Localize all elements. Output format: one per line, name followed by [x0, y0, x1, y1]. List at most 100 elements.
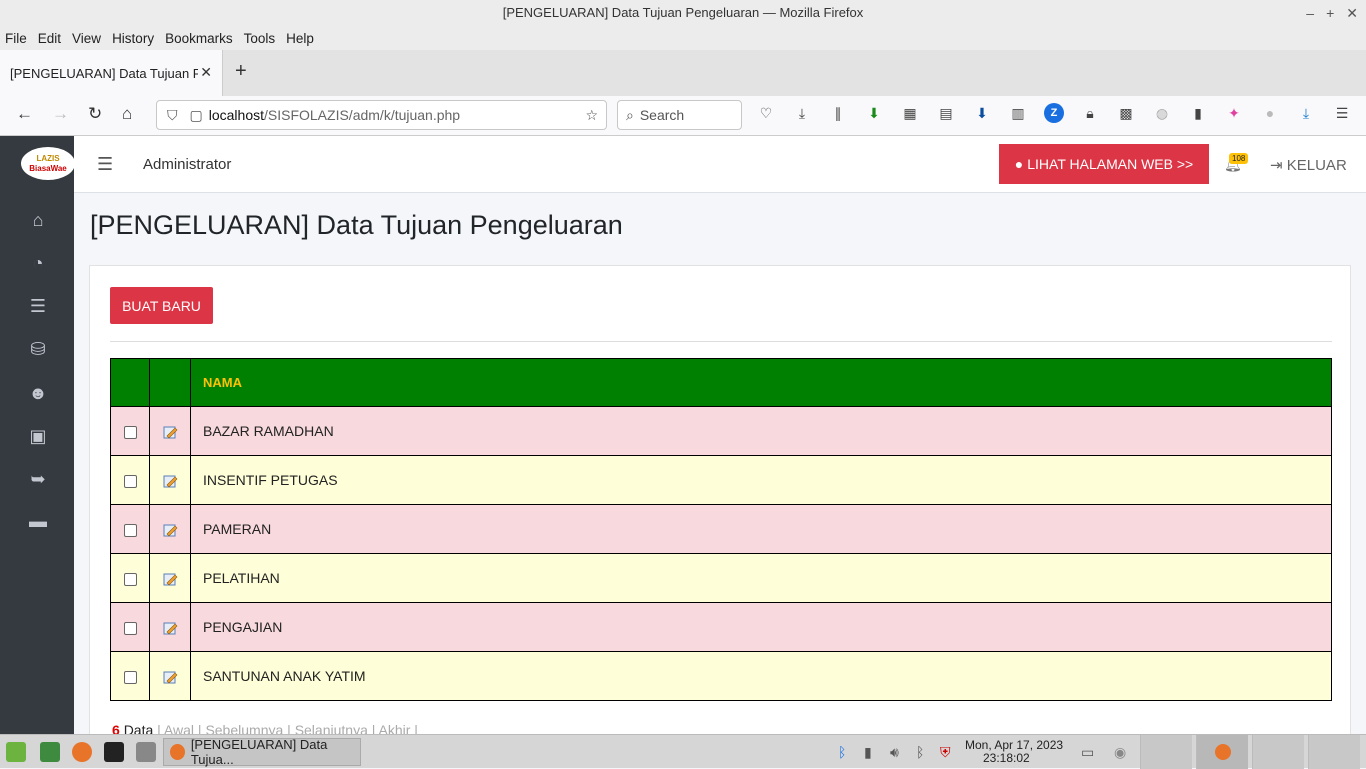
- edit-icon[interactable]: [162, 571, 178, 587]
- server-icon[interactable]: ☰: [26, 296, 50, 316]
- view-web-button[interactable]: ● LIHAT HALAMAN WEB >>: [999, 144, 1209, 184]
- divider: [110, 341, 1332, 342]
- bookmark-star-icon[interactable]: ☆: [585, 107, 598, 124]
- bluetooth-tray-icon[interactable]: ᛒ: [916, 744, 924, 760]
- circle-icon[interactable]: ●: [1260, 103, 1280, 123]
- network-icon[interactable]: ▮: [864, 744, 872, 761]
- row-checkbox[interactable]: [123, 670, 137, 684]
- edit-icon[interactable]: [162, 669, 178, 685]
- blue-download-icon[interactable]: ⤓: [1296, 103, 1316, 123]
- row-name: PENGAJIAN: [190, 602, 1332, 652]
- reader-icon[interactable]: ▤: [936, 103, 956, 123]
- table-row: BAZAR RAMADHAN: [110, 406, 1332, 456]
- shield-tray-icon[interactable]: ⛨: [940, 744, 951, 761]
- menu-tools[interactable]: Tools: [244, 31, 276, 46]
- row-name: PELATIHAN: [190, 553, 1332, 603]
- new-button[interactable]: BUAT BARU: [110, 287, 213, 324]
- edit-icon[interactable]: [162, 473, 178, 489]
- qr-icon[interactable]: ▩: [1116, 103, 1136, 123]
- tab-active[interactable]: [PENGELUARAN] Data Tujuan Pen ✕: [0, 50, 223, 96]
- firefox-workspace-icon: [1214, 744, 1231, 760]
- volume-icon[interactable]: 🔊︎: [890, 744, 899, 761]
- row-name: SANTUNAN ANAK YATIM: [190, 651, 1332, 701]
- minimize-icon[interactable]: –: [1306, 0, 1314, 26]
- pocket-icon[interactable]: ♡: [756, 103, 776, 123]
- desktop-icon[interactable]: [40, 742, 60, 762]
- menu-bar: File Edit View History Bookmarks Tools H…: [0, 26, 1366, 50]
- workspace-2[interactable]: [1196, 735, 1248, 769]
- reload-icon[interactable]: ↻: [88, 104, 102, 124]
- row-checkbox[interactable]: [123, 572, 137, 586]
- close-window-icon[interactable]: ✕: [1346, 0, 1358, 26]
- globe-icon: ●: [1014, 156, 1024, 172]
- url-bar[interactable]: ⛉ ▢ localhost/SISFOLAZIS/adm/k/tujuan.ph…: [156, 100, 607, 130]
- firefox-launcher-icon[interactable]: [72, 742, 92, 762]
- database-icon[interactable]: ⛁: [26, 339, 50, 359]
- row-checkbox[interactable]: [123, 474, 137, 488]
- workspace-1[interactable]: [1140, 735, 1192, 769]
- window-titlebar: [PENGELUARAN] Data Tujuan Pengeluaran — …: [0, 0, 1366, 26]
- workspace-3[interactable]: [1252, 735, 1304, 769]
- taskbar-window-item[interactable]: [PENGELUARAN] Data Tujua...: [163, 737, 361, 767]
- menu-help[interactable]: Help: [286, 31, 314, 46]
- battery-icon[interactable]: ▭: [1081, 744, 1094, 761]
- admin-label: Administrator: [143, 156, 232, 173]
- workspace-4[interactable]: [1308, 735, 1360, 769]
- search-input[interactable]: ⌕ Search: [617, 100, 742, 130]
- globe-icon[interactable]: ◍: [1152, 103, 1172, 123]
- menu-history[interactable]: History: [112, 31, 154, 46]
- files-icon[interactable]: [136, 742, 156, 762]
- row-checkbox[interactable]: [123, 621, 137, 635]
- signout-icon[interactable]: ➥: [26, 469, 50, 489]
- color-icon[interactable]: ✦: [1224, 103, 1244, 123]
- terminal-icon[interactable]: [104, 742, 124, 762]
- table-row: SANTUNAN ANAK YATIM: [110, 651, 1332, 701]
- bluetooth-icon[interactable]: ᛒ: [838, 744, 846, 760]
- page-title: [PENGELUARAN] Data Tujuan Pengeluaran: [90, 210, 623, 240]
- z-icon[interactable]: Z: [1044, 103, 1064, 123]
- green-download-icon[interactable]: ⬇: [864, 103, 884, 123]
- column-header-nama[interactable]: NAMA: [190, 358, 1332, 407]
- hamburger-icon[interactable]: ☰: [97, 154, 113, 175]
- back-icon[interactable]: ←: [16, 104, 33, 124]
- menu-file[interactable]: File: [5, 31, 27, 46]
- home-icon[interactable]: ⌂: [122, 104, 132, 124]
- edit-icon[interactable]: [162, 620, 178, 636]
- menu-icon[interactable]: ☰: [1332, 103, 1352, 123]
- download-icon[interactable]: ⤓: [792, 103, 812, 123]
- edit-icon[interactable]: [162, 522, 178, 538]
- library-icon[interactable]: ∥: [828, 103, 848, 123]
- info-icon[interactable]: ▮: [1188, 103, 1208, 123]
- row-checkbox[interactable]: [123, 425, 137, 439]
- tab-label: [PENGELUARAN] Data Tujuan Pen: [10, 65, 198, 81]
- grid-icon[interactable]: ▥: [1008, 103, 1028, 123]
- save-icon[interactable]: ⬇: [972, 103, 992, 123]
- menu-edit[interactable]: Edit: [38, 31, 61, 46]
- forward-icon[interactable]: →: [52, 104, 69, 124]
- money-icon[interactable]: ▣: [26, 426, 50, 446]
- briefcase-icon[interactable]: ▬: [26, 511, 50, 531]
- sidebar: LAZIS BiasaWae ⌂ ◔ ☰ ⛁ ☻ ▣ ➥ ▬: [0, 136, 75, 734]
- maximize-icon[interactable]: +: [1326, 0, 1334, 26]
- mint-menu-icon[interactable]: [6, 742, 26, 762]
- menu-bookmarks[interactable]: Bookmarks: [165, 31, 233, 46]
- home-nav-icon[interactable]: ⌂: [26, 210, 50, 230]
- lock-icon[interactable]: 🔒︎: [1080, 103, 1100, 123]
- menu-view[interactable]: View: [72, 31, 101, 46]
- power-icon[interactable]: ◉: [1114, 744, 1126, 761]
- new-tab-icon[interactable]: +: [235, 60, 247, 83]
- logo[interactable]: LAZIS BiasaWae: [21, 147, 75, 180]
- clock[interactable]: Mon, Apr 17, 2023 23:18:02: [965, 739, 1063, 765]
- shield-icon[interactable]: ⛉: [167, 107, 178, 124]
- users-icon[interactable]: ☻: [26, 383, 50, 403]
- tab-close-icon[interactable]: ✕: [200, 64, 212, 81]
- search-icon: ⌕: [626, 106, 634, 123]
- table-row: PENGAJIAN: [110, 602, 1332, 652]
- extension-icon[interactable]: ▦: [900, 103, 920, 123]
- logout-button[interactable]: ⇥ KELUAR: [1270, 156, 1347, 174]
- row-name: PAMERAN: [190, 504, 1332, 554]
- edit-icon[interactable]: [162, 424, 178, 440]
- taskbar-window-label: [PENGELUARAN] Data Tujua...: [190, 737, 328, 767]
- dashboard-icon[interactable]: ◔: [26, 253, 50, 273]
- row-checkbox[interactable]: [123, 523, 137, 537]
